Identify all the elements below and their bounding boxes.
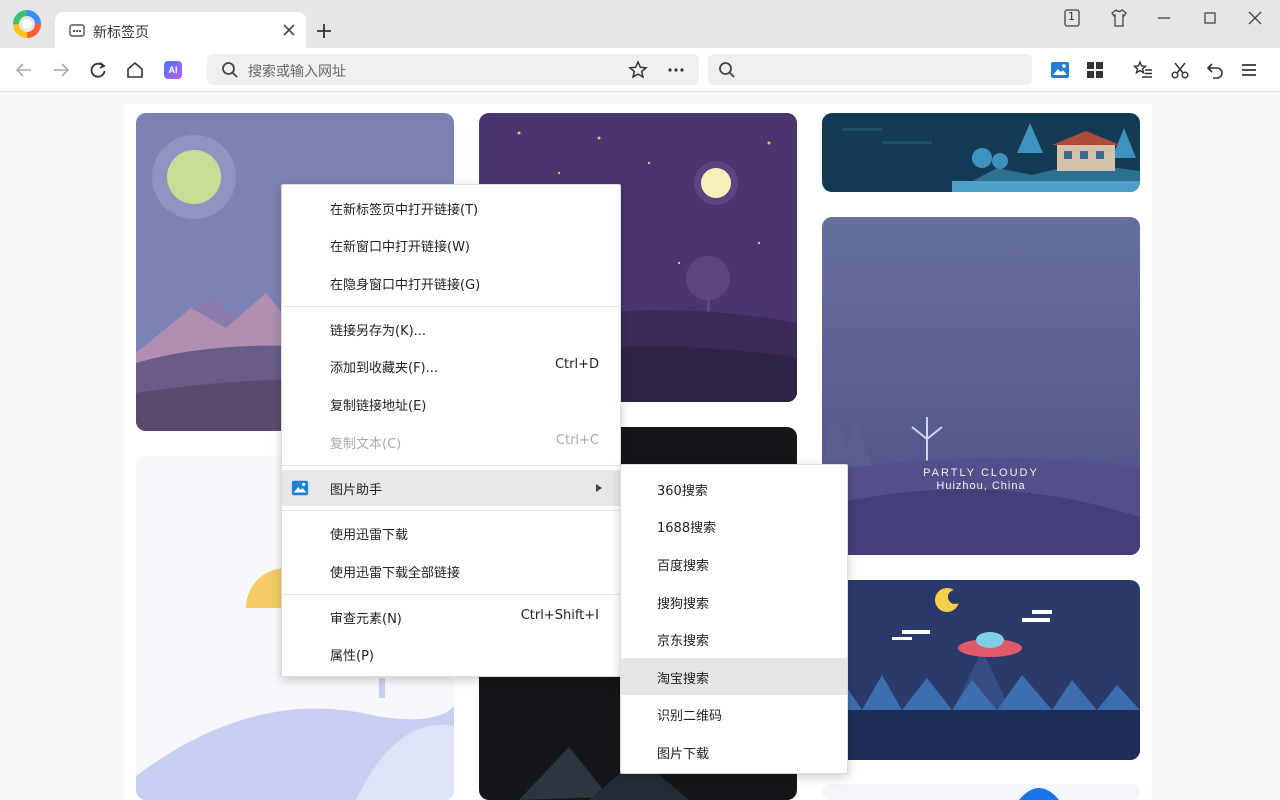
menu-item-shortcut: Ctrl+D [554, 357, 599, 372]
toolbar: AI 搜索或输入网址 [0, 48, 1280, 92]
submenu-item-label: 百度搜索 [657, 559, 710, 574]
screenshot-scissors-icon[interactable] [1170, 60, 1190, 80]
menu-item-image-assistant[interactable]: 图片助手 [282, 470, 620, 506]
menu-item-shortcut: Ctrl+Shift+I [520, 608, 599, 623]
tab-title: 新标签页 [93, 25, 149, 41]
menu-item-save-link-as[interactable]: 链接另存为(K)... [282, 311, 620, 347]
menu-separator [282, 306, 620, 307]
star-icon[interactable] [628, 60, 648, 80]
submenu-item-image-download[interactable]: 图片下载 [621, 733, 847, 770]
menu-item-label: 在新窗口中打开链接(W) [330, 240, 470, 255]
submenu-item-sogou-search[interactable]: 搜狗搜索 [621, 583, 847, 620]
undo-icon[interactable] [1205, 60, 1225, 80]
menu-item-copy-link-address[interactable]: 复制链接地址(E) [282, 386, 620, 422]
menu-item-thunder-download[interactable]: 使用迅雷下载 [282, 515, 620, 551]
menu-item-thunder-download-all[interactable]: 使用迅雷下载全部链接 [282, 553, 620, 589]
image-assistant-icon[interactable] [1050, 60, 1070, 80]
submenu-item-label: 搜狗搜索 [657, 597, 710, 612]
menu-item-copy-text: 复制文本(C) Ctrl+C [282, 424, 620, 460]
skin-icon[interactable] [1109, 8, 1129, 28]
menu-item-add-to-favorites[interactable]: 添加到收藏夹(F)... Ctrl+D [282, 348, 620, 384]
context-menu: 在新标签页中打开链接(T) 在新窗口中打开链接(W) 在隐身窗口中打开链接(G)… [281, 184, 621, 677]
menu-item-label: 复制链接地址(E) [330, 399, 427, 414]
menu-item-label: 审查元素(N) [330, 612, 402, 627]
menu-item-inspect-element[interactable]: 审查元素(N) Ctrl+Shift+I [282, 599, 620, 635]
maximize-icon[interactable] [1200, 8, 1220, 28]
forward-icon[interactable] [51, 60, 71, 80]
more-icon[interactable] [666, 60, 686, 80]
menu-item-label: 添加到收藏夹(F)... [330, 361, 439, 376]
wallpaper-card-partial[interactable] [822, 784, 1140, 800]
menu-icon[interactable] [1239, 60, 1259, 80]
menu-item-label: 在隐身窗口中打开链接(G) [330, 278, 481, 293]
submenu-item-taobao-search[interactable]: 淘宝搜索 [621, 658, 847, 695]
menu-item-label: 复制文本(C) [330, 437, 402, 452]
menu-separator [282, 510, 620, 511]
browser-logo-icon [13, 10, 41, 38]
menu-item-properties[interactable]: 属性(P) [282, 636, 620, 672]
menu-item-open-in-new-tab[interactable]: 在新标签页中打开链接(T) [282, 190, 620, 226]
menu-item-label: 图片助手 [330, 483, 383, 498]
back-icon[interactable] [14, 60, 34, 80]
refresh-icon[interactable] [88, 60, 108, 80]
wallpaper-card-weather[interactable]: PARTLY CLOUDY Huizhou, China [822, 217, 1140, 555]
menu-item-label: 在新标签页中打开链接(T) [330, 203, 479, 218]
home-icon[interactable] [125, 60, 145, 80]
menu-item-label: 使用迅雷下载全部链接 [330, 566, 461, 581]
menu-item-shortcut: Ctrl+C [555, 433, 599, 448]
menu-separator [282, 594, 620, 595]
submenu-item-label: 淘宝搜索 [657, 672, 710, 687]
submenu-item-jd-search[interactable]: 京东搜索 [621, 620, 847, 657]
submenu-item-label: 360搜索 [657, 484, 708, 499]
menu-item-label: 使用迅雷下载 [330, 528, 409, 543]
menu-item-open-in-new-window[interactable]: 在新窗口中打开链接(W) [282, 227, 620, 263]
submenu-item-1688-search[interactable]: 1688搜索 [621, 507, 847, 544]
tab-count: 1 [1068, 10, 1075, 23]
submenu-item-baidu-search[interactable]: 百度搜索 [621, 545, 847, 582]
submenu-item-label: 1688搜索 [657, 521, 717, 536]
minimize-icon[interactable] [1154, 8, 1174, 28]
title-bar: 新标签页 1 [0, 0, 1280, 49]
tab-new-tab[interactable]: 新标签页 [55, 12, 306, 49]
apps-grid-icon[interactable] [1085, 60, 1105, 80]
favorites-list-icon[interactable] [1133, 60, 1153, 80]
submenu-item-label: 识别二维码 [657, 709, 723, 724]
submenu-item-label: 图片下载 [657, 747, 710, 762]
partial-avatar-icon [1019, 788, 1059, 800]
submenu-arrow-icon [596, 484, 602, 492]
image-assistant-submenu: 360搜索 1688搜索 百度搜索 搜狗搜索 京东搜索 淘宝搜索 识别二维码 图… [620, 464, 848, 774]
search-icon [719, 62, 735, 78]
close-window-icon[interactable] [1245, 8, 1265, 28]
wallpaper-card-house[interactable] [822, 113, 1140, 192]
tab-count-button[interactable]: 1 [1062, 8, 1082, 28]
menu-item-open-in-incognito[interactable]: 在隐身窗口中打开链接(G) [282, 265, 620, 301]
search-icon [222, 62, 238, 78]
menu-separator [282, 465, 620, 466]
address-bar[interactable]: 搜索或输入网址 [207, 54, 699, 85]
ai-assistant-icon[interactable]: AI [164, 61, 182, 79]
address-placeholder: 搜索或输入网址 [248, 64, 346, 80]
submenu-item-label: 京东搜索 [657, 634, 710, 649]
image-assistant-icon [291, 480, 309, 496]
close-tab-icon[interactable] [279, 20, 299, 40]
weather-location: Huizhou, China [936, 480, 1026, 492]
submenu-item-360-search[interactable]: 360搜索 [621, 470, 847, 507]
submenu-item-scan-qr-code[interactable]: 识别二维码 [621, 695, 847, 732]
menu-item-label: 链接另存为(K)... [330, 324, 427, 339]
search-box[interactable] [708, 54, 1032, 85]
weather-condition: PARTLY CLOUDY [923, 467, 1039, 479]
page-icon [69, 24, 85, 37]
new-tab-icon[interactable] [314, 21, 334, 41]
wallpaper-card-ufo[interactable] [822, 580, 1140, 760]
menu-item-label: 属性(P) [330, 649, 374, 664]
weather-illustration [822, 217, 1140, 555]
